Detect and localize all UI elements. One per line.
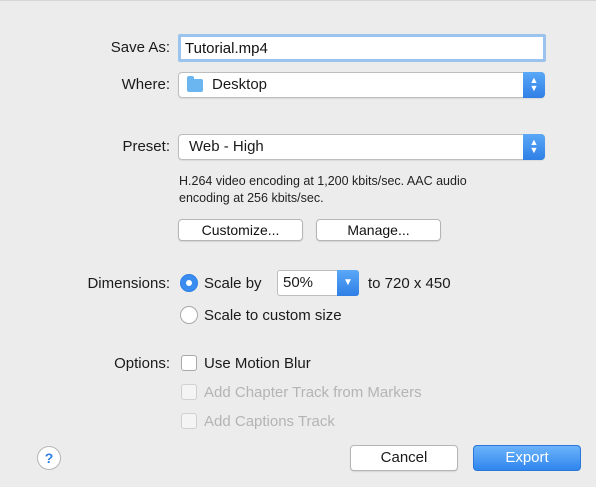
where-value: Desktop — [212, 76, 268, 93]
where-label: Where: — [121, 76, 170, 93]
customize-button[interactable]: Customize... — [178, 219, 303, 241]
preset-description: H.264 video encoding at 1,200 kbits/sec.… — [179, 173, 559, 207]
preset-description-line: H.264 video encoding at 1,200 kbits/sec.… — [179, 174, 467, 188]
export-button[interactable]: Export — [473, 445, 581, 471]
folder-icon — [187, 76, 203, 92]
preset-popup[interactable]: Web - High ▲ ▼ — [178, 134, 545, 160]
motion-blur-checkbox[interactable] — [181, 355, 197, 371]
scale-by-label: Scale by — [204, 275, 262, 292]
scale-combo[interactable]: 50% ▼ — [277, 270, 359, 296]
help-button[interactable]: ? — [37, 446, 61, 470]
custom-size-label: Scale to custom size — [204, 307, 342, 324]
filename-input[interactable]: Tutorial.mp4 — [178, 34, 546, 62]
scale-result: to 720 x 450 — [368, 275, 451, 292]
where-popup[interactable]: Desktop ▲ ▼ — [178, 72, 545, 98]
chevron-down-icon: ▼ — [337, 270, 359, 296]
preset-label: Preset: — [122, 138, 170, 155]
manage-button[interactable]: Manage... — [316, 219, 441, 241]
motion-blur-label: Use Motion Blur — [204, 355, 311, 372]
export-dialog: Save As: Tutorial.mp4 Where: Desktop ▲ ▼ … — [0, 0, 596, 487]
chevron-updown-icon: ▲ ▼ — [523, 134, 545, 160]
preset-description-line: encoding at 256 kbits/sec. — [179, 191, 324, 205]
preset-value: Web - High — [189, 138, 264, 155]
cancel-button[interactable]: Cancel — [350, 445, 458, 471]
options-label: Options: — [114, 355, 170, 372]
scale-by-radio[interactable] — [180, 274, 198, 292]
custom-size-radio[interactable] — [180, 306, 198, 324]
chevron-updown-icon: ▲ ▼ — [523, 72, 545, 98]
captions-track-checkbox[interactable] — [181, 413, 197, 429]
captions-track-label: Add Captions Track — [204, 413, 335, 430]
chapter-track-checkbox[interactable] — [181, 384, 197, 400]
save-as-label: Save As: — [110, 39, 170, 56]
dimensions-label: Dimensions: — [87, 275, 170, 292]
chapter-track-label: Add Chapter Track from Markers — [204, 384, 422, 401]
scale-value: 50% — [283, 274, 314, 291]
